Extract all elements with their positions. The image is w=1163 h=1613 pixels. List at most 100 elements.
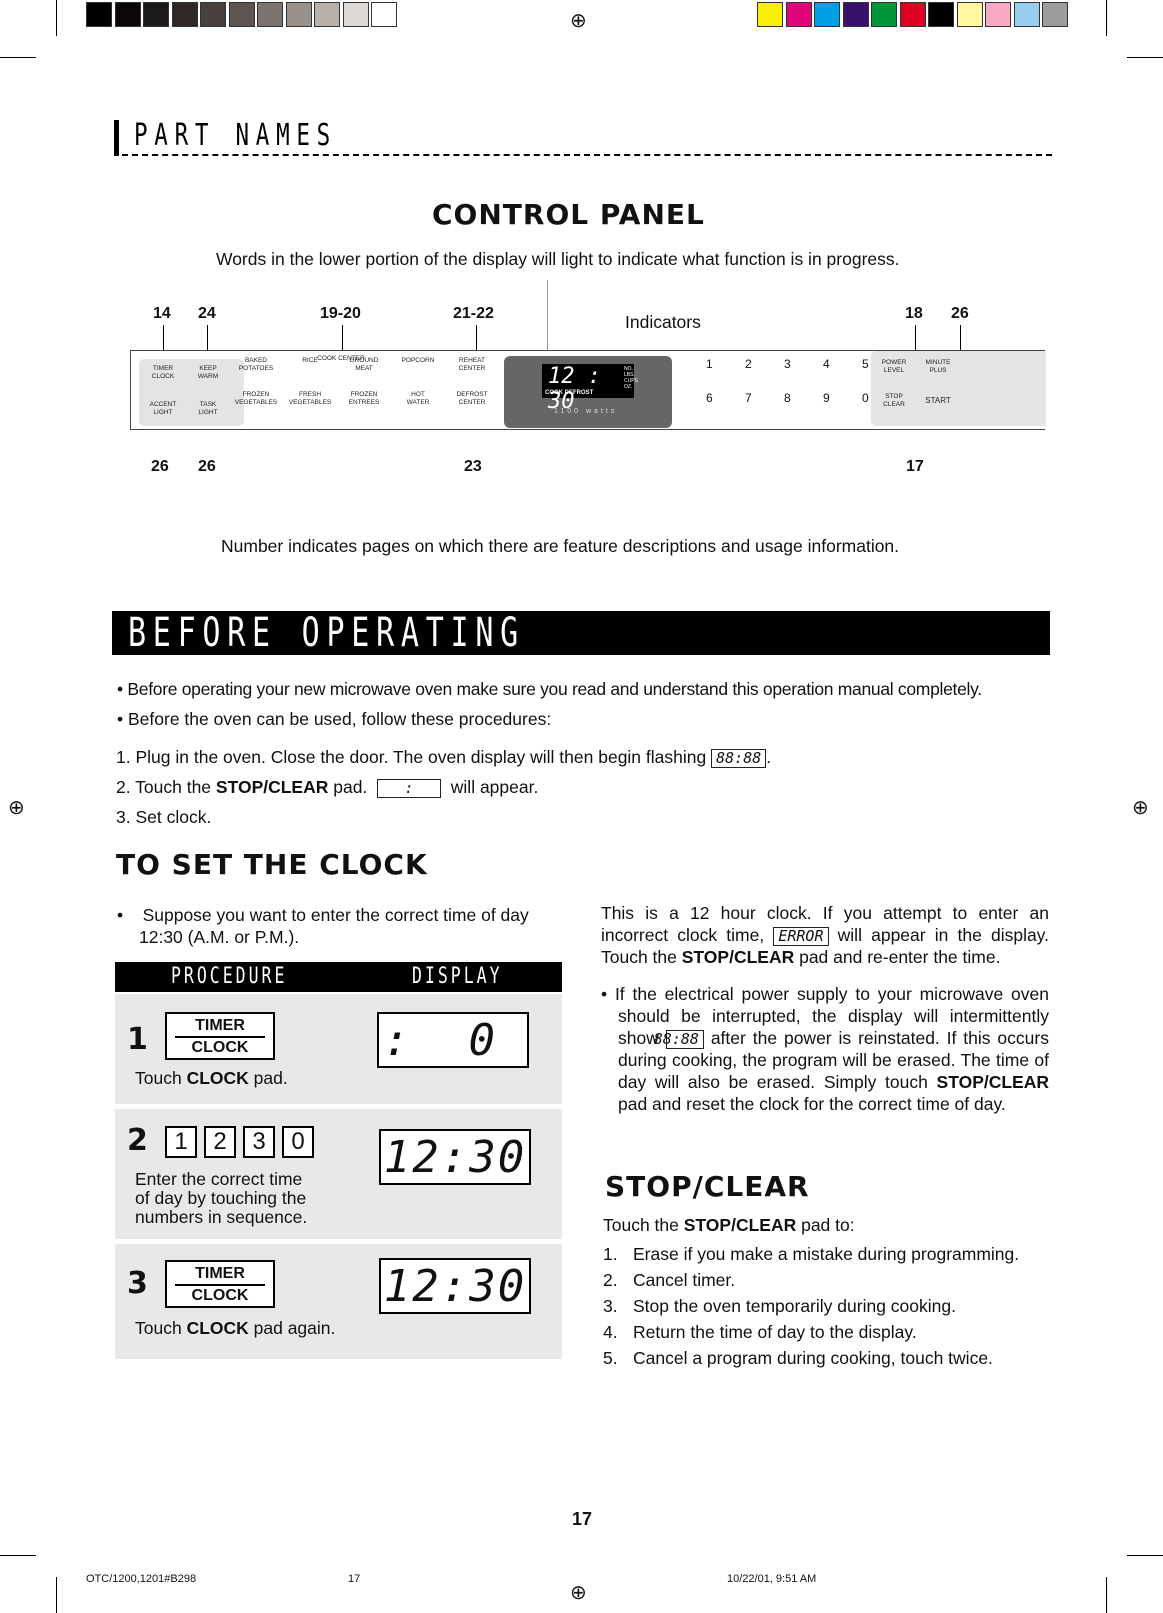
list-item: 4. Return the time of day to the display.	[603, 1322, 917, 1342]
page-ref: 19-20	[320, 305, 361, 322]
crop-mark	[0, 57, 36, 58]
crop-mark	[1106, 1577, 1107, 1613]
indicators-label: Indicators	[625, 312, 701, 332]
list-item: 5. Cancel a program during cooking, touch…	[603, 1348, 993, 1368]
registration-target-icon: ⊕	[1132, 797, 1149, 819]
key-start: START	[925, 396, 951, 405]
procedure-table-header: PROCEDURE DISPLAY	[115, 962, 562, 992]
before-operating-banner: BEFORE OPERATING	[112, 611, 1050, 655]
key-task-light: TASK LIGHT	[198, 401, 218, 416]
stop-clear-title: STOP/CLEAR	[605, 1170, 810, 1203]
color-swatch	[985, 2, 1011, 27]
wattage-label: 1100 watts	[554, 408, 618, 415]
bullet: • Before the oven can be used, follow th…	[117, 709, 552, 729]
display-readout: : 0	[377, 1012, 529, 1068]
timer-clock-pad: TIMER CLOCK	[165, 1012, 275, 1060]
key-keep-warm: KEEP WARM	[197, 365, 219, 380]
number-pad-key: 3	[243, 1126, 275, 1158]
registration-target-icon: ⊕	[8, 797, 25, 819]
number-pad-key: 0	[282, 1126, 314, 1158]
number-pad-key: 1	[165, 1126, 197, 1158]
print-slug: OTC/1200,1201#B298	[86, 1573, 197, 1585]
color-swatch	[871, 2, 897, 27]
caption-top: Words in the lower portion of the displa…	[216, 249, 900, 269]
display-words: COOK DEFROST	[545, 390, 594, 396]
number-key: 1	[706, 357, 713, 371]
number-key: 0	[862, 391, 869, 405]
intro: • Suppose you want to enter the correct …	[117, 905, 529, 947]
stop-clear-intro: Touch the STOP/CLEAR pad to:	[603, 1215, 855, 1235]
page-ref: 21-22	[453, 305, 494, 322]
number-key: 6	[706, 391, 713, 405]
number-key: 9	[823, 391, 830, 405]
section-marker	[114, 120, 119, 156]
stop-clear-list: 1. Erase if you make a mistake during pro…	[603, 1241, 1019, 1371]
print-date: 10/22/01, 9:51 AM	[727, 1573, 817, 1585]
step-2: 2. Touch the STOP/CLEAR pad. : will appe…	[116, 777, 539, 798]
banner-title: BEFORE OPERATING	[128, 610, 525, 656]
section-title: PART NAMES	[134, 118, 337, 153]
crop-mark	[56, 0, 57, 36]
gray-swatch	[228, 2, 255, 27]
crop-mark	[0, 1555, 36, 1556]
cook-key: HOT WATER	[406, 391, 430, 406]
list-item: 3. Stop the oven temporarily during cooki…	[603, 1296, 956, 1316]
page-ref: 26	[151, 458, 169, 475]
display-unit: OZ.	[624, 384, 633, 390]
display-time: 12 : 30	[548, 364, 601, 414]
gray-swatch	[285, 2, 312, 27]
page-ref: 23	[464, 458, 482, 475]
cook-key: GROUND MEAT	[349, 357, 379, 372]
gray-swatch	[200, 2, 226, 27]
crop-mark	[1127, 1555, 1163, 1556]
col-procedure: PROCEDURE	[171, 964, 288, 989]
cook-key: FROZEN ENTREES	[348, 391, 380, 406]
gray-swatch	[143, 2, 169, 27]
page-ref: 14	[153, 305, 171, 322]
crop-mark	[1106, 0, 1107, 36]
color-swatch	[928, 2, 954, 27]
color-swatch	[785, 2, 812, 27]
procedure-row-1: 1 TIMER CLOCK Touch CLOCK pad. : 0	[115, 994, 562, 1104]
list-item: 2. Cancel timer.	[603, 1270, 736, 1290]
display-readout: 12:30	[379, 1129, 531, 1185]
page-ref: 26	[198, 458, 216, 475]
key-timer-clock: TIMER CLOCK	[151, 365, 175, 380]
cook-key: BAKED POTATOES	[238, 357, 274, 372]
page-ref: 24	[198, 305, 216, 322]
registration-target-icon: ⊕	[570, 10, 587, 32]
note-12-hour: This is a 12 hour clock. If you attempt …	[601, 903, 1049, 967]
print-slug-page: 17	[348, 1573, 361, 1585]
page-number: 17	[572, 1509, 593, 1529]
number-key: 7	[745, 391, 752, 405]
number-key: 3	[784, 357, 791, 371]
color-swatch	[899, 2, 926, 27]
gray-swatch	[86, 2, 112, 27]
color-swatch	[842, 2, 869, 27]
gray-swatch	[342, 2, 369, 27]
list-item: 1. Erase if you make a mistake during pro…	[603, 1244, 1020, 1264]
cook-key: RICE	[302, 357, 318, 364]
caption-bottom: Number indicates pages on which there ar…	[221, 536, 900, 556]
key-accent-light: ACCENT LIGHT	[149, 401, 177, 416]
gray-swatch	[114, 2, 141, 27]
timer-clock-pad: TIMER CLOCK	[165, 1260, 275, 1308]
procedure-row-2: 2 1230 Enter the correct time of day by t…	[115, 1109, 562, 1239]
crop-mark	[1127, 57, 1163, 58]
page-ref: 17	[906, 458, 924, 475]
set-clock-title: TO SET THE CLOCK	[116, 848, 428, 881]
col-display: DISPLAY	[412, 964, 503, 989]
cook-key: REHEAT CENTER	[458, 357, 486, 372]
step-3: 3. Set clock.	[116, 807, 212, 827]
key-power-level: POWER LEVEL	[881, 359, 907, 374]
cook-key: DEFROST CENTER	[456, 391, 488, 406]
cook-key: FROZEN VEGETABLES	[234, 391, 278, 406]
control-panel-diagram: TIMER CLOCK KEEP WARM ACCENT LIGHT TASK LIGH…	[130, 350, 1046, 430]
cook-key: POPCORN	[401, 357, 435, 364]
step-1: 1. Plug in the oven. Close the door. The…	[116, 747, 772, 768]
key-minute-plus: MINUTE PLUS	[925, 359, 951, 374]
number-key: 2	[745, 357, 752, 371]
page-ref: 26	[951, 305, 969, 322]
procedure-row-3: 3 TIMER CLOCK Touch CLOCK pad again. 12:3…	[115, 1244, 562, 1359]
number-key: 4	[823, 357, 830, 371]
